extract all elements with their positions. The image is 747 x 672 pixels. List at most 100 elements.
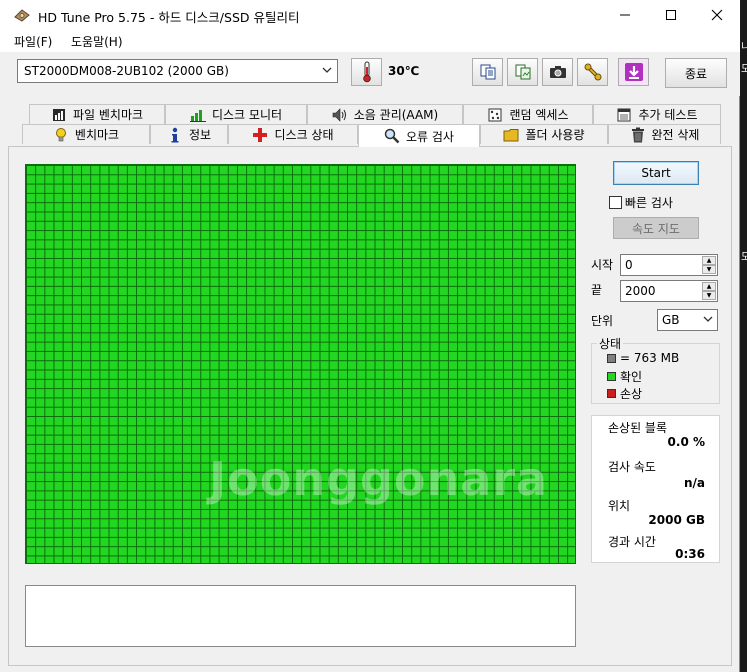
start-button-label: Start (641, 166, 671, 180)
log-box[interactable] (25, 585, 576, 647)
menu-bar: 파일(F) 도움말(H) (0, 30, 740, 52)
watermark: Joonggonara (209, 452, 549, 506)
disk-monitor-icon (189, 107, 206, 123)
tab-label: 디스크 모니터 (211, 108, 283, 122)
tab-info[interactable]: 정보 (150, 124, 228, 144)
spin-up-icon[interactable]: ▲ (702, 256, 716, 265)
drive-select[interactable]: ST2000DM008-2UB102 (2000 GB) (17, 59, 338, 83)
start-position-input[interactable]: 0 ▲ ▼ (620, 254, 718, 276)
save-button[interactable] (618, 58, 649, 86)
maximize-icon (666, 10, 676, 20)
tab-label: 소음 관리(AAM) (353, 108, 439, 122)
scan-speed-value: n/a (683, 476, 705, 490)
random-access-icon (487, 107, 503, 123)
magnifier-icon (384, 128, 400, 144)
scan-statistics: 손상된 블록 0.0 % 검사 속도 n/a 위치 2000 GB 경과 시간 … (591, 415, 720, 563)
temperature-value: 30℃ (388, 64, 420, 78)
tab-bar: 파일 벤치마크 디스크 모니터 소음 관리(AAM) 랜덤 엑세스 추가 테스트 (8, 103, 732, 147)
tab-label: 폴더 사용량 (525, 128, 585, 142)
temperature-button[interactable] (351, 58, 382, 86)
speed-map-label: 속도 지도 (632, 221, 680, 236)
tab-noise-aam[interactable]: 소음 관리(AAM) (307, 104, 463, 124)
extra-test-icon (616, 107, 632, 123)
tab-random-access[interactable]: 랜덤 엑세스 (463, 104, 593, 124)
legend-damaged-text: 손상 (620, 387, 643, 401)
legend-swatch-block (607, 353, 616, 363)
start-spinner[interactable]: ▲ ▼ (702, 256, 716, 274)
tab-secure-erase[interactable]: 완전 삭제 (608, 124, 721, 144)
position-label: 위치 (608, 499, 631, 513)
unit-select-value: GB (662, 313, 680, 327)
exit-button[interactable]: 종료 (665, 58, 727, 88)
screenshot-button[interactable] (542, 58, 573, 86)
menu-file[interactable]: 파일(F) (14, 33, 52, 50)
quick-scan-label: 빠른 검사 (625, 196, 673, 210)
chevron-down-icon (322, 67, 332, 73)
end-field-label: 끝 (591, 283, 603, 297)
camera-icon (549, 66, 566, 78)
legend-damaged: 손상 (607, 385, 642, 402)
position-value: 2000 GB (648, 513, 705, 527)
wrench-icon (584, 63, 601, 81)
minimize-button[interactable] (602, 0, 648, 30)
tab-benchmark[interactable]: 벤치마크 (22, 124, 150, 144)
legend-ok-text: 확인 (620, 370, 643, 384)
folder-icon (503, 127, 519, 143)
start-field-label: 시작 (591, 258, 614, 272)
error-scan-panel: Joonggonara Start 빠른 검사 속도 지도 시작 0 ▲ ▼ 끝… (8, 146, 732, 666)
tab-label: 랜덤 엑세스 (509, 108, 569, 122)
maximize-button[interactable] (648, 0, 694, 30)
start-button[interactable]: Start (613, 161, 699, 185)
window-title: HD Tune Pro 5.75 - 하드 디스크/SSD 유틸리티 (38, 10, 300, 25)
tab-folder-usage[interactable]: 폴더 사용량 (480, 124, 608, 144)
tab-label: 추가 테스트 (638, 108, 698, 122)
app-window: HD Tune Pro 5.75 - 하드 디스크/SSD 유틸리티 파일(F)… (0, 0, 740, 672)
title-bar[interactable]: HD Tune Pro 5.75 - 하드 디스크/SSD 유틸리티 (0, 0, 740, 30)
drive-select-value: ST2000DM008-2UB102 (2000 GB) (24, 64, 229, 78)
copy-text-button[interactable] (472, 58, 503, 86)
chevron-down-icon (703, 316, 713, 322)
elapsed-label: 경과 시간 (608, 535, 656, 549)
copy-image-button[interactable] (507, 58, 538, 86)
quick-scan-checkbox[interactable] (609, 196, 622, 209)
legend-swatch-ok (607, 372, 616, 381)
end-position-input[interactable]: 2000 ▲ ▼ (620, 280, 718, 302)
legend-ok: 확인 (607, 368, 642, 385)
unit-select[interactable]: GB (657, 309, 718, 331)
health-cross-icon (252, 127, 268, 143)
end-position-value: 2000 (625, 284, 656, 298)
strip-text: 니 (741, 42, 747, 53)
tab-error-scan[interactable]: 오류 검사 (358, 124, 480, 147)
quick-scan-option[interactable]: 빠른 검사 (609, 194, 673, 211)
strip-text: 도 (741, 64, 747, 75)
menu-help[interactable]: 도움말(H) (71, 33, 123, 50)
tab-health[interactable]: 디스크 상태 (228, 124, 358, 144)
status-title: 상태 (597, 335, 624, 352)
close-button[interactable] (694, 0, 740, 30)
download-arrow-icon (624, 63, 643, 81)
trash-icon (630, 127, 646, 143)
file-bench-icon (51, 107, 67, 123)
legend-block-size: = 763 MB (607, 351, 679, 365)
legend-swatch-damaged (607, 389, 616, 398)
spin-down-icon[interactable]: ▼ (702, 265, 716, 274)
tab-file-benchmark[interactable]: 파일 벤치마크 (29, 104, 165, 124)
app-icon (14, 9, 30, 22)
unit-label: 단위 (591, 314, 614, 328)
tab-extra-tests[interactable]: 추가 테스트 (593, 104, 721, 124)
thermometer-icon (362, 61, 371, 83)
spin-up-icon[interactable]: ▲ (702, 282, 716, 291)
copy-icon (480, 64, 495, 80)
options-button[interactable] (577, 58, 608, 86)
end-spinner[interactable]: ▲ ▼ (702, 282, 716, 300)
tab-label: 벤치마크 (74, 128, 120, 142)
speaker-icon (332, 107, 348, 123)
minimize-icon (620, 14, 630, 16)
spin-down-icon[interactable]: ▼ (702, 291, 716, 300)
tab-label: 디스크 상태 (274, 128, 334, 142)
exit-button-label: 종료 (684, 66, 708, 81)
background-window-strip: 니 도 도 (741, 0, 747, 672)
speed-map-button[interactable]: 속도 지도 (613, 217, 699, 239)
legend-block-size-text: = 763 MB (620, 351, 680, 365)
tab-disk-monitor[interactable]: 디스크 모니터 (165, 104, 307, 124)
